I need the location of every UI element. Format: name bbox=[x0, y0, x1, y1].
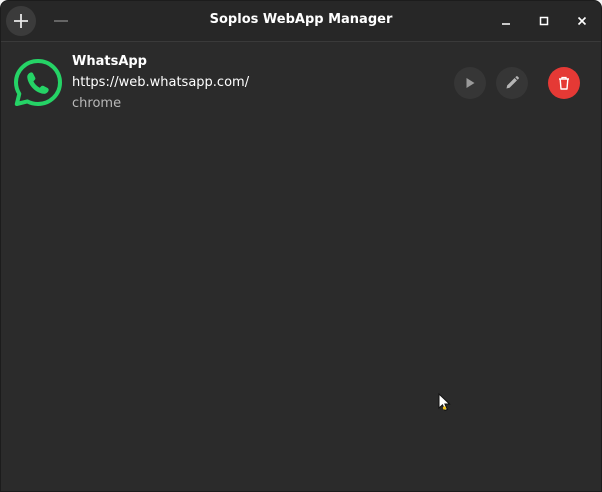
webapp-row[interactable]: WhatsApp https://web.whatsapp.com/ chrom… bbox=[1, 43, 601, 123]
title-bar: Soplos WebApp Manager bbox=[1, 1, 601, 42]
maximize-icon bbox=[539, 16, 549, 26]
mouse-cursor-icon bbox=[438, 393, 451, 412]
trash-icon bbox=[559, 76, 569, 90]
whatsapp-icon bbox=[12, 57, 64, 109]
minimize-button[interactable] bbox=[496, 11, 516, 31]
minus-icon bbox=[54, 20, 68, 22]
window-title: Soplos WebApp Manager bbox=[209, 12, 393, 27]
delete-button[interactable] bbox=[548, 67, 580, 99]
minimize-icon bbox=[502, 23, 510, 25]
maximize-button[interactable] bbox=[534, 11, 554, 31]
close-icon bbox=[577, 16, 587, 26]
webapp-name: WhatsApp bbox=[72, 54, 147, 69]
edit-button[interactable] bbox=[496, 67, 528, 99]
webapp-url: https://web.whatsapp.com/ bbox=[72, 75, 250, 90]
app-window: Soplos WebApp Manager WhatsApp https://w… bbox=[0, 0, 602, 492]
webapp-browser: chrome bbox=[72, 96, 122, 111]
play-icon bbox=[466, 78, 475, 88]
launch-button[interactable] bbox=[454, 67, 486, 99]
plus-icon bbox=[14, 14, 28, 28]
add-webapp-button[interactable] bbox=[6, 6, 36, 36]
pencil-icon bbox=[506, 76, 519, 89]
close-button[interactable] bbox=[572, 11, 592, 31]
remove-webapp-button[interactable] bbox=[46, 6, 76, 36]
